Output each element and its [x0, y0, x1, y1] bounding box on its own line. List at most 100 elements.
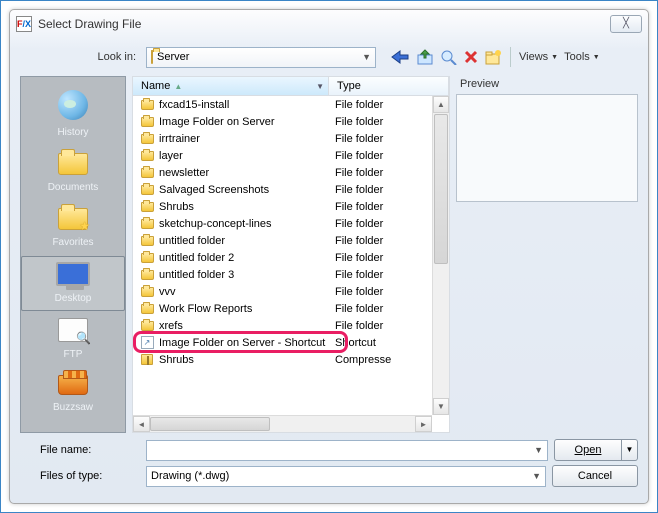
file-list-panel: Name▲ ▼ Type fxcad15-installFile folderI… — [132, 76, 450, 433]
lookin-label: Look in: — [20, 51, 140, 63]
file-row[interactable]: sketchup-concept-linesFile folder — [133, 215, 449, 232]
file-type: File folder — [329, 184, 449, 196]
chevron-down-icon: ▼ — [362, 52, 371, 62]
file-type: File folder — [329, 167, 449, 179]
open-button[interactable]: Open — [554, 439, 622, 461]
file-row[interactable]: newsletterFile folder — [133, 164, 449, 181]
app-icon: F/X — [16, 16, 32, 32]
compressed-icon — [139, 354, 155, 365]
back-button[interactable] — [390, 49, 410, 65]
scroll-down-button[interactable]: ▼ — [433, 398, 449, 415]
sidebar-item-history[interactable]: History — [21, 85, 125, 144]
shortcut-icon: ↗ — [139, 336, 155, 349]
file-type: File folder — [329, 303, 449, 315]
lookin-row: Look in: Server ▼ Views▼ Tools▼ — [10, 38, 648, 72]
desktop-icon — [56, 262, 90, 286]
file-name: irrtrainer — [155, 133, 329, 145]
new-folder-button[interactable] — [484, 49, 502, 65]
chevron-down-icon: ▼ — [316, 82, 324, 91]
tools-menu[interactable]: Tools▼ — [564, 51, 600, 63]
folder-icon — [139, 287, 155, 297]
file-row[interactable]: Work Flow ReportsFile folder — [133, 300, 449, 317]
folder-icon — [139, 117, 155, 127]
chevron-down-icon: ▼ — [532, 471, 541, 481]
file-row[interactable]: ↗Image Folder on Server - ShortcutShortc… — [133, 334, 449, 351]
cancel-button[interactable]: Cancel — [552, 465, 638, 487]
scroll-thumb[interactable] — [434, 114, 448, 264]
folder-icon — [139, 134, 155, 144]
scroll-right-button[interactable]: ► — [415, 416, 432, 432]
places-sidebar: History Documents Favorites Desktop FTP — [20, 76, 126, 433]
file-type: File folder — [329, 252, 449, 264]
sidebar-item-ftp[interactable]: FTP — [21, 313, 125, 366]
up-one-level-button[interactable] — [416, 49, 434, 65]
file-name: untitled folder 3 — [155, 269, 329, 281]
file-name: xrefs — [155, 320, 329, 332]
file-type: File folder — [329, 269, 449, 281]
folder-icon — [139, 168, 155, 178]
folder-icon — [58, 153, 88, 175]
titlebar: F/X Select Drawing File ╳ — [10, 10, 648, 38]
window-close-button[interactable]: ╳ — [610, 15, 642, 33]
filename-input[interactable]: ▼ — [146, 440, 548, 461]
horizontal-scrollbar[interactable]: ◄ ► — [133, 415, 432, 432]
scroll-thumb[interactable] — [150, 417, 270, 431]
file-row[interactable]: ShrubsFile folder — [133, 198, 449, 215]
file-row[interactable]: ShrubsCompresse — [133, 351, 449, 368]
file-row[interactable]: xrefsFile folder — [133, 317, 449, 334]
sidebar-item-desktop[interactable]: Desktop — [21, 256, 125, 311]
file-name: Image Folder on Server — [155, 116, 329, 128]
views-menu[interactable]: Views▼ — [519, 51, 558, 63]
folder-icon — [139, 270, 155, 280]
column-header-name[interactable]: Name▲ ▼ — [133, 77, 329, 95]
folder-icon — [139, 304, 155, 314]
file-type: File folder — [329, 286, 449, 298]
file-row[interactable]: vvvFile folder — [133, 283, 449, 300]
filetype-label: Files of type: — [20, 470, 140, 482]
window-title: Select Drawing File — [38, 17, 610, 31]
vertical-scrollbar[interactable]: ▲ ▼ — [432, 96, 449, 415]
sort-asc-icon: ▲ — [174, 82, 182, 91]
scroll-up-button[interactable]: ▲ — [433, 96, 449, 113]
file-name: sketchup-concept-lines — [155, 218, 329, 230]
file-type: File folder — [329, 320, 449, 332]
delete-button[interactable] — [464, 50, 478, 64]
file-list[interactable]: fxcad15-installFile folderImage Folder o… — [133, 96, 449, 432]
folder-icon — [139, 185, 155, 195]
sidebar-item-favorites[interactable]: Favorites — [21, 201, 125, 254]
open-dropdown-button[interactable]: ▼ — [622, 439, 638, 461]
sidebar-item-documents[interactable]: Documents — [21, 146, 125, 199]
file-row[interactable]: irrtrainerFile folder — [133, 130, 449, 147]
file-row[interactable]: Salvaged ScreenshotsFile folder — [133, 181, 449, 198]
folder-icon — [139, 202, 155, 212]
scroll-left-button[interactable]: ◄ — [133, 416, 150, 432]
toolbar-divider — [510, 47, 511, 67]
file-row[interactable]: untitled folderFile folder — [133, 232, 449, 249]
file-name: Work Flow Reports — [155, 303, 329, 315]
favorites-icon — [58, 208, 88, 230]
folder-icon — [139, 151, 155, 161]
preview-label: Preview — [456, 76, 638, 92]
file-type: File folder — [329, 235, 449, 247]
file-type: File folder — [329, 201, 449, 213]
folder-icon — [139, 321, 155, 331]
folder-icon — [139, 100, 155, 110]
sidebar-item-buzzsaw[interactable]: Buzzsaw — [21, 368, 125, 419]
file-row[interactable]: untitled folder 3File folder — [133, 266, 449, 283]
file-name: Salvaged Screenshots — [155, 184, 329, 196]
file-row[interactable]: layerFile folder — [133, 147, 449, 164]
lookin-dropdown[interactable]: Server ▼ — [146, 47, 376, 68]
search-web-button[interactable] — [440, 49, 458, 65]
file-row[interactable]: fxcad15-installFile folder — [133, 96, 449, 113]
file-name: Shrubs — [155, 201, 329, 213]
column-header-type[interactable]: Type — [329, 77, 449, 95]
preview-box — [456, 94, 638, 202]
file-type: Shortcut — [329, 337, 449, 349]
file-row[interactable]: Image Folder on ServerFile folder — [133, 113, 449, 130]
filetype-dropdown[interactable]: Drawing (*.dwg) ▼ — [146, 466, 546, 487]
history-icon — [58, 90, 88, 120]
file-row[interactable]: untitled folder 2File folder — [133, 249, 449, 266]
filename-label: File name: — [20, 444, 140, 456]
column-headers: Name▲ ▼ Type — [132, 76, 450, 96]
preview-panel: Preview — [456, 76, 638, 433]
